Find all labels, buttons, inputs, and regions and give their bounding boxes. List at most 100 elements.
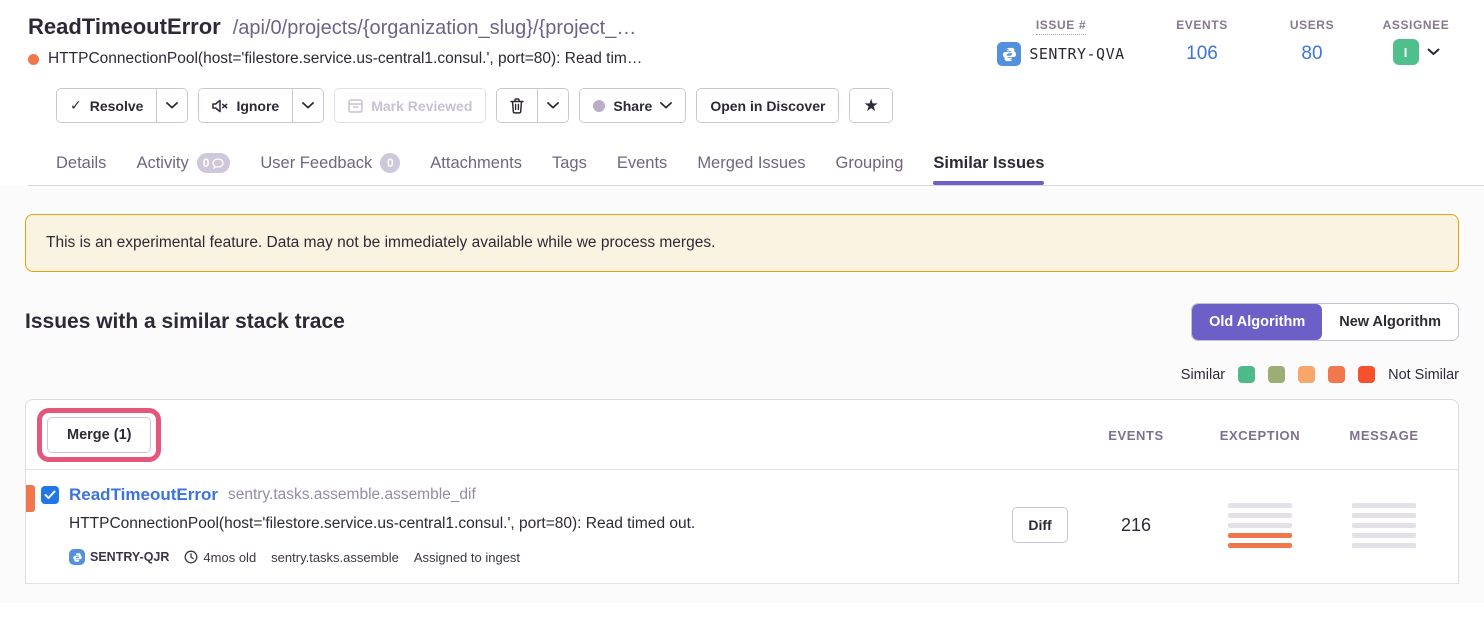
issue-transaction-path: /api/0/projects/{organization_slug}/{pro… xyxy=(233,17,637,40)
new-algorithm-button[interactable]: New Algorithm xyxy=(1322,304,1458,340)
tab-label: Grouping xyxy=(836,154,904,173)
tab-label: Details xyxy=(56,154,106,173)
user-feedback-count-badge: 0 xyxy=(380,153,400,173)
row-issue-title-link[interactable]: ReadTimeoutError xyxy=(69,485,218,505)
row-project-shortid: SENTRY-QJR xyxy=(69,549,169,565)
stat-assignee: ASSIGNEE I xyxy=(1366,16,1466,66)
python-project-icon xyxy=(69,549,85,565)
score-bar xyxy=(1228,523,1292,528)
ignore-button[interactable]: Ignore xyxy=(199,89,292,122)
open-in-discover-button-group: Open in Discover xyxy=(696,88,839,123)
row-assignment: Assigned to ingest xyxy=(414,550,520,565)
score-bar xyxy=(1352,533,1416,538)
assignee-avatar: I xyxy=(1393,39,1419,65)
chevron-down-icon xyxy=(1427,48,1440,56)
tab-label: Tags xyxy=(552,154,587,173)
clock-icon xyxy=(184,550,198,564)
row-exception-score-cell xyxy=(1195,503,1325,548)
score-bar xyxy=(1352,523,1416,528)
resolve-button-group: ✓ Resolve xyxy=(56,88,188,123)
delete-dropdown-button[interactable] xyxy=(537,89,568,122)
row-age-text: 4mos old xyxy=(203,550,256,565)
column-headers: EVENTS EXCEPTION MESSAGE xyxy=(1077,428,1443,443)
score-bar xyxy=(1352,513,1416,518)
tab-grouping[interactable]: Grouping xyxy=(836,141,904,185)
message-score-bars xyxy=(1352,503,1416,548)
tab-label: Attachments xyxy=(430,154,522,173)
tab-events[interactable]: Events xyxy=(617,141,667,185)
similar-issue-row: ReadTimeoutError sentry.tasks.assemble.a… xyxy=(26,470,1458,584)
tab-user-feedback[interactable]: User Feedback 0 xyxy=(260,141,400,185)
row-events-cell: 216 xyxy=(1077,515,1195,536)
delete-button-group xyxy=(496,88,569,123)
archive-icon xyxy=(348,99,363,113)
row-meta: SENTRY-QJR 4mos old sentry.tasks.assembl… xyxy=(69,549,695,565)
stat-issue-number: ISSUE # SENTRY-QVA xyxy=(976,16,1146,66)
badge-count: 0 xyxy=(203,156,210,170)
similarity-legend: Similar Not Similar xyxy=(25,366,1459,383)
bookmark-star-button[interactable]: ★ xyxy=(850,89,891,122)
legend-swatch-2 xyxy=(1268,366,1285,383)
row-main: ReadTimeoutError sentry.tasks.assemble.a… xyxy=(41,485,695,565)
users-label: USERS xyxy=(1290,18,1334,32)
chevron-down-icon xyxy=(302,102,314,109)
mute-icon xyxy=(212,99,228,113)
chevron-down-icon xyxy=(166,102,178,109)
resolve-dropdown-button[interactable] xyxy=(156,89,187,122)
tab-similar-issues[interactable]: Similar Issues xyxy=(933,141,1044,185)
legend-swatch-4 xyxy=(1328,366,1345,383)
action-toolbar: ✓ Resolve Ignore Mark xyxy=(56,88,1484,123)
banner-text: This is an experimental feature. Data ma… xyxy=(46,234,715,251)
diff-button[interactable]: Diff xyxy=(1012,507,1067,543)
resolve-label: Resolve xyxy=(90,98,144,114)
old-algorithm-button[interactable]: Old Algorithm xyxy=(1192,304,1322,340)
events-count[interactable]: 106 xyxy=(1146,43,1258,65)
row-events-count: 216 xyxy=(1121,515,1151,536)
column-header-events: EVENTS xyxy=(1077,428,1195,443)
section-header: Issues with a similar stack trace Old Al… xyxy=(25,303,1459,341)
issue-stats: ISSUE # SENTRY-QVA EVENTS 106 USERS 80 A… xyxy=(976,16,1466,66)
row-age: 4mos old xyxy=(184,550,256,565)
tab-label: Similar Issues xyxy=(933,154,1044,173)
assignee-dropdown[interactable]: I xyxy=(1366,39,1466,65)
tab-label: Merged Issues xyxy=(697,154,805,173)
share-status-dot-icon xyxy=(593,100,605,112)
row-error-level-bar xyxy=(26,485,35,512)
tab-merged-issues[interactable]: Merged Issues xyxy=(697,141,805,185)
check-icon: ✓ xyxy=(70,97,82,114)
bookmark-button-group: ★ xyxy=(849,88,892,123)
legend-similar-label: Similar xyxy=(1181,367,1225,383)
merge-button[interactable]: Merge (1) xyxy=(47,417,151,453)
issue-header: ReadTimeoutError /api/0/projects/{organi… xyxy=(0,0,1484,186)
open-in-discover-label: Open in Discover xyxy=(710,98,825,114)
row-message-score-cell xyxy=(1325,503,1443,548)
stat-events: EVENTS 106 xyxy=(1146,16,1258,66)
issue-number-label: ISSUE # xyxy=(1036,18,1086,35)
ignore-dropdown-button[interactable] xyxy=(292,89,323,122)
tab-activity[interactable]: Activity 0 xyxy=(136,141,230,185)
tab-label: User Feedback xyxy=(260,154,372,173)
resolve-button[interactable]: ✓ Resolve xyxy=(57,89,156,122)
similar-issues-panel: This is an experimental feature. Data ma… xyxy=(0,186,1484,603)
tab-details[interactable]: Details xyxy=(56,141,106,185)
row-checkbox[interactable] xyxy=(41,486,59,504)
score-bar xyxy=(1228,503,1292,508)
users-count[interactable]: 80 xyxy=(1258,43,1366,65)
issue-title-row: ReadTimeoutError /api/0/projects/{organi… xyxy=(28,14,908,40)
share-button[interactable]: Share xyxy=(580,89,685,122)
issue-tabs: Details Activity 0 User Feedback 0 Attac… xyxy=(56,141,1484,185)
row-title-line: ReadTimeoutError sentry.tasks.assemble.a… xyxy=(41,485,695,505)
page-title: ReadTimeoutError xyxy=(28,14,221,40)
trash-icon xyxy=(510,98,524,114)
share-label: Share xyxy=(613,98,652,114)
delete-button[interactable] xyxy=(497,89,537,122)
star-icon: ★ xyxy=(863,97,878,114)
tab-attachments[interactable]: Attachments xyxy=(430,141,522,185)
open-in-discover-button[interactable]: Open in Discover xyxy=(697,89,838,122)
legend-swatch-5 xyxy=(1358,366,1375,383)
score-bar xyxy=(1228,533,1292,538)
mark-reviewed-button[interactable]: Mark Reviewed xyxy=(335,89,485,122)
column-header-exception: EXCEPTION xyxy=(1195,428,1325,443)
chevron-down-icon xyxy=(547,102,559,109)
tab-tags[interactable]: Tags xyxy=(552,141,587,185)
